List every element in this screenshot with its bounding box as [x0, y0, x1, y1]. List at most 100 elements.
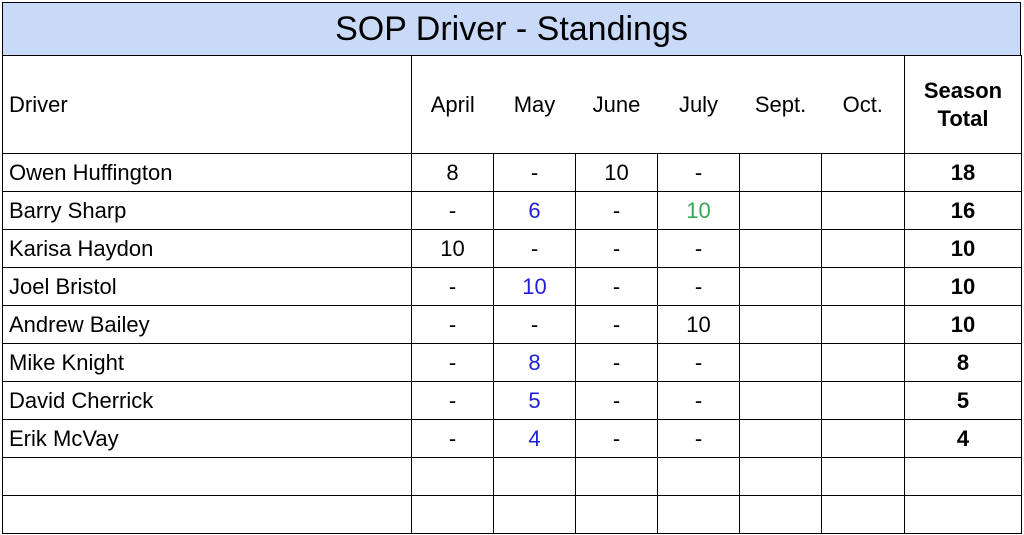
month-points-cell[interactable]: -: [657, 381, 740, 420]
table-row: David Cherrick -5- -5: [2, 381, 1022, 420]
driver-name-cell[interactable]: [2, 457, 412, 496]
month-points-cell[interactable]: -: [493, 229, 576, 268]
standings-body: Owen Huffington 8-10-18 Barry Sharp -6-10 16…: [2, 153, 1022, 534]
month-points-cell[interactable]: 10: [657, 305, 740, 344]
month-points-cell[interactable]: [493, 457, 576, 496]
season-total-cell[interactable]: 10: [904, 267, 1022, 306]
month-points-cell[interactable]: [821, 267, 905, 306]
month-points-cell[interactable]: [575, 457, 658, 496]
season-total-cell[interactable]: 10: [904, 229, 1022, 268]
header-month-june: June: [575, 55, 658, 154]
table-row: Mike Knight -8- -8: [2, 343, 1022, 382]
month-points-cell[interactable]: -: [657, 153, 740, 192]
driver-name-cell[interactable]: [2, 495, 412, 534]
month-points-cell[interactable]: [739, 381, 822, 420]
month-points-cell[interactable]: [739, 229, 822, 268]
header-row: Driver April May June July Sept. Oct. Se…: [2, 55, 1022, 154]
month-points-cell[interactable]: [657, 457, 740, 496]
month-points-cell[interactable]: [739, 153, 822, 192]
month-points-cell[interactable]: -: [411, 419, 494, 458]
month-points-cell[interactable]: -: [493, 153, 576, 192]
month-points-cell[interactable]: -: [575, 229, 658, 268]
month-points-cell[interactable]: [657, 495, 740, 534]
month-points-cell[interactable]: 8: [493, 343, 576, 382]
month-points-cell[interactable]: [739, 305, 822, 344]
month-points-cell[interactable]: [411, 495, 494, 534]
month-points-cell[interactable]: [739, 267, 822, 306]
month-points-cell[interactable]: [739, 191, 822, 230]
month-points-cell[interactable]: [411, 457, 494, 496]
driver-name-cell[interactable]: Joel Bristol: [2, 267, 412, 306]
month-points-cell[interactable]: 8: [411, 153, 494, 192]
month-points-cell[interactable]: -: [575, 343, 658, 382]
season-total-cell[interactable]: 18: [904, 153, 1022, 192]
month-points-cell[interactable]: [821, 419, 905, 458]
month-points-cell[interactable]: -: [575, 267, 658, 306]
driver-name-cell[interactable]: Erik McVay: [2, 419, 412, 458]
table-row: [2, 495, 1022, 534]
month-points-cell[interactable]: [821, 305, 905, 344]
season-total-cell[interactable]: 5: [904, 381, 1022, 420]
header-season-total-line2: Total: [937, 105, 989, 131]
season-total-cell[interactable]: 16: [904, 191, 1022, 230]
month-points-cell[interactable]: -: [411, 381, 494, 420]
month-points-cell[interactable]: -: [575, 419, 658, 458]
header-month-oct: Oct.: [821, 55, 905, 154]
sheet-title: SOP Driver - Standings: [2, 2, 1021, 56]
table-row: Owen Huffington 8-10-18: [2, 153, 1022, 192]
driver-name-cell[interactable]: Andrew Bailey: [2, 305, 412, 344]
season-total-cell[interactable]: 8: [904, 343, 1022, 382]
month-points-cell[interactable]: -: [657, 419, 740, 458]
season-total-cell[interactable]: 10: [904, 305, 1022, 344]
season-total-cell[interactable]: [904, 457, 1022, 496]
standings-sheet: SOP Driver - Standings Driver April May …: [0, 0, 1024, 535]
month-points-cell[interactable]: 10: [657, 191, 740, 230]
table-row: Joel Bristol -10- -10: [2, 267, 1022, 306]
season-total-cell[interactable]: [904, 495, 1022, 534]
month-points-cell[interactable]: [739, 343, 822, 382]
standings-table: Driver April May June July Sept. Oct. Se…: [2, 55, 1022, 534]
month-points-cell[interactable]: -: [575, 381, 658, 420]
month-points-cell[interactable]: 10: [575, 153, 658, 192]
month-points-cell[interactable]: [739, 457, 822, 496]
month-points-cell[interactable]: [575, 495, 658, 534]
month-points-cell[interactable]: [821, 153, 905, 192]
header-month-sept: Sept.: [739, 55, 822, 154]
month-points-cell[interactable]: [739, 419, 822, 458]
table-row: Andrew Bailey - - -10 10: [2, 305, 1022, 344]
month-points-cell[interactable]: [821, 229, 905, 268]
month-points-cell[interactable]: 6: [493, 191, 576, 230]
table-row: Karisa Haydon 10- - -10: [2, 229, 1022, 268]
season-total-cell[interactable]: 4: [904, 419, 1022, 458]
header-month-july: July: [657, 55, 740, 154]
driver-name-cell[interactable]: David Cherrick: [2, 381, 412, 420]
month-points-cell[interactable]: [821, 495, 905, 534]
month-points-cell[interactable]: -: [411, 267, 494, 306]
month-points-cell[interactable]: [739, 495, 822, 534]
month-points-cell[interactable]: -: [493, 305, 576, 344]
month-points-cell[interactable]: -: [575, 191, 658, 230]
month-points-cell[interactable]: 5: [493, 381, 576, 420]
month-points-cell[interactable]: -: [657, 267, 740, 306]
header-season-total-line1: Season: [923, 77, 1003, 103]
month-points-cell[interactable]: 10: [411, 229, 494, 268]
driver-name-cell[interactable]: Barry Sharp: [2, 191, 412, 230]
driver-name-cell[interactable]: Owen Huffington: [2, 153, 412, 192]
driver-name-cell[interactable]: Karisa Haydon: [2, 229, 412, 268]
month-points-cell[interactable]: -: [657, 343, 740, 382]
month-points-cell[interactable]: -: [575, 305, 658, 344]
month-points-cell[interactable]: [821, 191, 905, 230]
month-points-cell[interactable]: [821, 343, 905, 382]
month-points-cell[interactable]: [821, 457, 905, 496]
month-points-cell[interactable]: -: [411, 305, 494, 344]
month-points-cell[interactable]: -: [411, 191, 494, 230]
header-month-april: April: [411, 55, 494, 154]
month-points-cell[interactable]: [493, 495, 576, 534]
month-points-cell[interactable]: -: [411, 343, 494, 382]
table-row: Erik McVay -4- -4: [2, 419, 1022, 458]
month-points-cell[interactable]: [821, 381, 905, 420]
driver-name-cell[interactable]: Mike Knight: [2, 343, 412, 382]
month-points-cell[interactable]: 4: [493, 419, 576, 458]
month-points-cell[interactable]: -: [657, 229, 740, 268]
month-points-cell[interactable]: 10: [493, 267, 576, 306]
